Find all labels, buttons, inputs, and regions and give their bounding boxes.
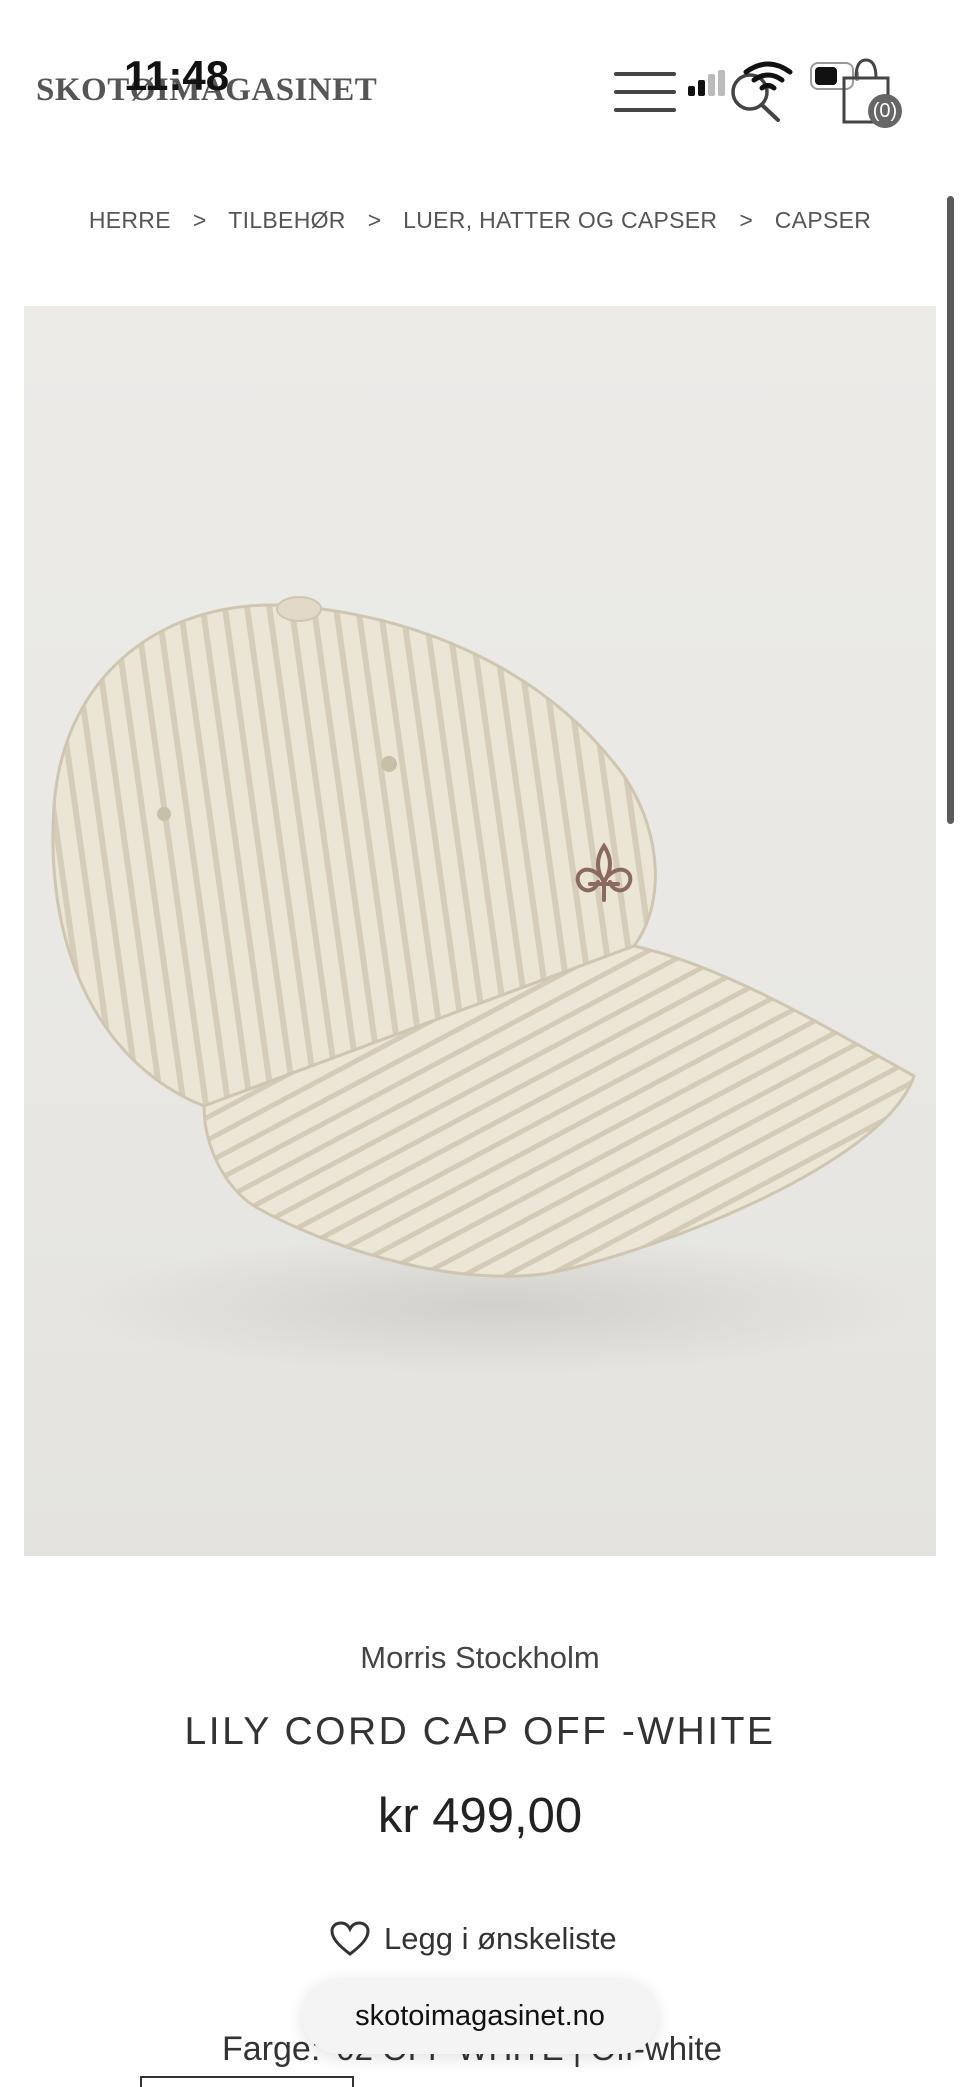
wifi-icon bbox=[743, 61, 793, 91]
signal-icon bbox=[688, 70, 728, 96]
product-brand[interactable]: Morris Stockholm bbox=[0, 1640, 960, 1676]
product-title: LILY CORD CAP OFF -WHITE bbox=[184, 1710, 776, 1753]
address-bar-url: skotoimagasinet.no bbox=[355, 1999, 605, 2032]
heart-icon bbox=[330, 1921, 370, 1956]
site-header: SKOTØIMAGASINET 11:48 (0) bbox=[0, 0, 960, 160]
color-swatch[interactable] bbox=[140, 2076, 354, 2087]
product-image[interactable] bbox=[24, 306, 936, 1556]
menu-icon[interactable] bbox=[614, 68, 676, 116]
chevron-right-icon: > bbox=[739, 206, 753, 233]
cart-count-badge[interactable]: (0) bbox=[868, 94, 902, 128]
color-label: Farge: bbox=[222, 2030, 321, 2068]
cap-illustration bbox=[51, 596, 916, 1376]
breadcrumb-item-herre[interactable]: HERRE bbox=[89, 207, 171, 234]
address-bar[interactable]: skotoimagasinet.no bbox=[302, 1978, 658, 2054]
breadcrumb-item-tilbehor[interactable]: TILBEHØR bbox=[228, 207, 345, 234]
chevron-right-icon: > bbox=[192, 206, 207, 233]
breadcrumb: HERRE > TILBEHØR > LUER, HATTER OG CAPSE… bbox=[0, 198, 960, 242]
status-time: 11:48 bbox=[124, 52, 230, 99]
breadcrumb-item-capser[interactable]: CAPSER bbox=[775, 207, 871, 234]
product-price: kr 499,00 bbox=[377, 1789, 583, 1843]
breadcrumb-item-luer-hatter-og-capser[interactable]: LUER, HATTER OG CAPSER bbox=[403, 207, 717, 234]
add-to-wishlist-button[interactable]: Legg i ønskeliste bbox=[330, 1914, 617, 1964]
chevron-right-icon: > bbox=[367, 206, 382, 233]
scrollbar[interactable] bbox=[947, 196, 954, 824]
wishlist-label: Legg i ønskeliste bbox=[384, 1921, 617, 1956]
